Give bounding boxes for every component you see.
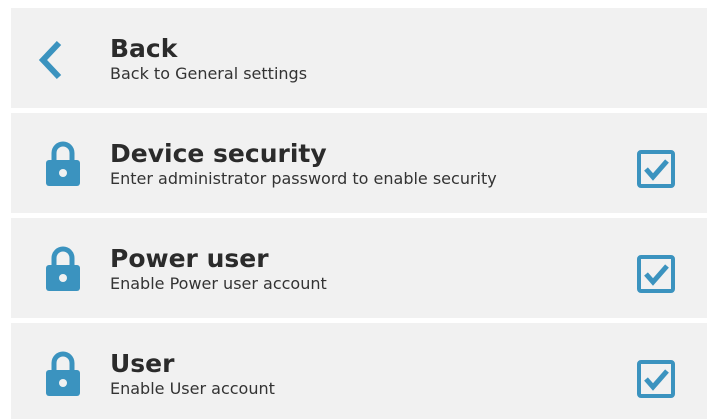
setting-title: Power user [110, 244, 269, 273]
setting-subtitle: Enter administrator password to enable s… [110, 169, 497, 188]
lock-icon [46, 141, 80, 186]
lock-icon [46, 351, 80, 396]
setting-subtitle: Enable User account [110, 379, 275, 398]
back-text: Back Back to General settings [110, 34, 307, 84]
user-checkbox[interactable] [637, 360, 675, 398]
setting-text: User Enable User account [110, 349, 275, 399]
setting-row-power-user[interactable]: Power user Enable Power user account [11, 218, 707, 318]
setting-row-user[interactable]: User Enable User account [11, 323, 707, 419]
lock-icon [46, 246, 80, 291]
device-security-checkbox[interactable] [637, 150, 675, 188]
setting-title: Device security [110, 139, 327, 168]
setting-text: Power user Enable Power user account [110, 244, 327, 294]
chevron-left-icon [38, 40, 62, 80]
setting-subtitle: Enable Power user account [110, 274, 327, 293]
back-row[interactable]: Back Back to General settings [11, 8, 707, 108]
setting-row-device-security[interactable]: Device security Enter administrator pass… [11, 113, 707, 213]
setting-title: User [110, 349, 175, 378]
power-user-checkbox[interactable] [637, 255, 675, 293]
back-subtitle: Back to General settings [110, 64, 308, 83]
settings-list: Back Back to General settings Device sec… [11, 8, 707, 419]
back-title: Back [110, 34, 178, 63]
setting-text: Device security Enter administrator pass… [110, 139, 497, 189]
